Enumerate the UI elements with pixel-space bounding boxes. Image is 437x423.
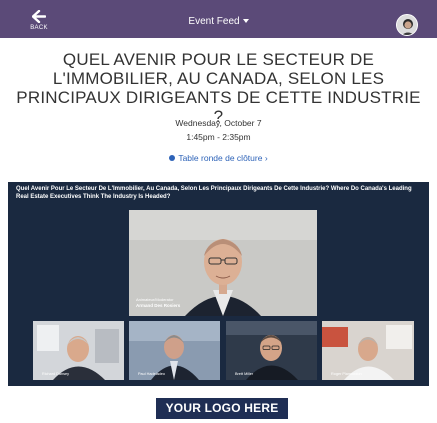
panelist-name: Roger Plamondon	[331, 372, 362, 376]
video-title: Quel Avenir Pour Le Secteur De L'Immobil…	[16, 186, 412, 200]
session-track-link[interactable]: Table ronde de clôture ›	[0, 153, 437, 163]
caret-down-icon	[242, 19, 249, 23]
panelist-name: Paul Hadeladeo	[138, 372, 166, 376]
session-date: Wednesday, October 7	[175, 118, 262, 128]
user-avatar-image	[397, 15, 417, 35]
moderator-role: Animateur/Moderator	[136, 297, 174, 302]
moderator-name: Armand Des Rosiers	[136, 303, 181, 308]
panelist-video-tile: Paul Hadeladeo	[129, 321, 220, 380]
chevron-right-icon: ›	[264, 153, 268, 163]
video-player[interactable]: Quel Avenir Pour Le Secteur De L'Immobil…	[8, 182, 429, 386]
panelist-name: Richard Dansey	[42, 372, 70, 376]
avatar[interactable]	[396, 14, 418, 36]
event-feed-dropdown[interactable]: Event Feed	[0, 16, 437, 27]
event-feed-label: Event Feed	[188, 16, 240, 27]
moderator-video-tile: Animateur/Moderator Armand Des Rosiers	[129, 210, 317, 316]
session-track-label: Table ronde de clôture	[178, 153, 263, 163]
panelist-video-tile: Richard Dansey	[33, 321, 124, 380]
top-bar: BACK Event Feed	[0, 0, 437, 38]
panelist-name: Brett Miller	[235, 372, 254, 376]
session-title: QUEL AVENIR POUR LE SECTEUR DE L'IMMOBIL…	[16, 50, 421, 126]
sponsor-logo: YOUR LOGO HERE	[156, 398, 288, 419]
track-dot-icon	[169, 155, 176, 161]
panelist-video-tile: Roger Plamondon	[322, 321, 414, 380]
session-time: 1:45pm - 2:35pm	[186, 132, 251, 142]
panelist-video-tile: Brett Miller	[226, 321, 317, 380]
